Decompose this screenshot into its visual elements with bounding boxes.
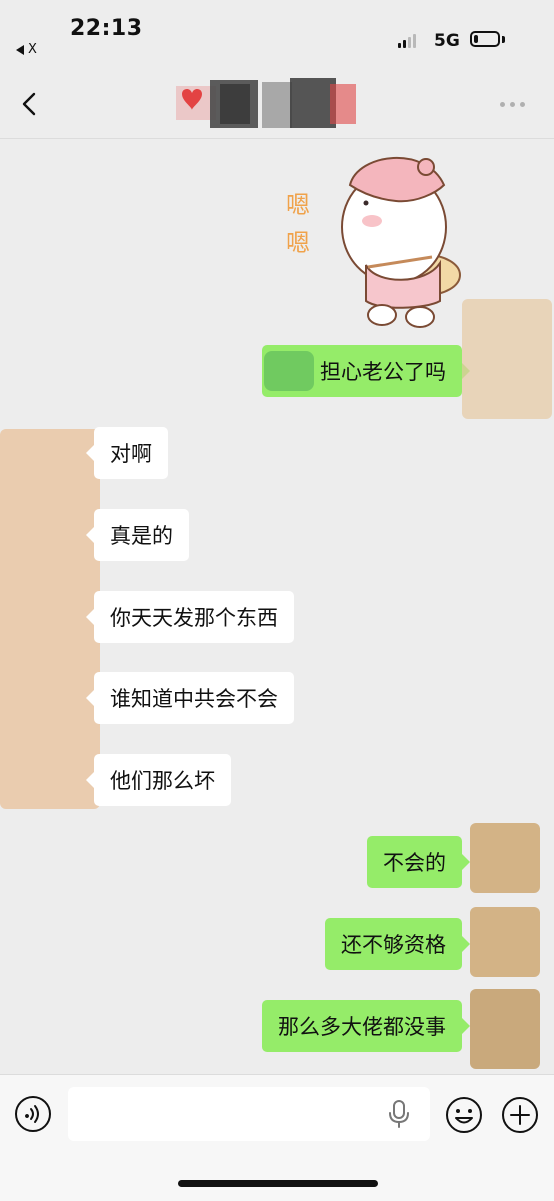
outgoing-message-bubble[interactable]: 担心老公了吗 bbox=[262, 345, 470, 397]
outgoing-message-bubble[interactable]: 那么多大佬都没事 bbox=[262, 1000, 470, 1052]
message-text: 不会的 bbox=[383, 851, 446, 875]
status-bar: X 22:13 5G bbox=[0, 0, 554, 66]
message-text: 还不够资格 bbox=[341, 933, 446, 957]
incoming-message-bubble[interactable]: 真是的 bbox=[86, 509, 189, 561]
incoming-message-bubble[interactable]: 他们那么坏 bbox=[86, 754, 231, 806]
avatar-redacted bbox=[0, 429, 100, 809]
network-type: 5G bbox=[434, 31, 460, 51]
message-list[interactable]: 嗯 嗯 担心老公了吗 对啊 真是的 你天天发那个东西 谁知道中共会不会 他们那么… bbox=[0, 139, 554, 1074]
back-to-app-link[interactable]: X bbox=[16, 42, 37, 57]
message-text: 谁知道中共会不会 bbox=[110, 687, 278, 711]
signal-strength-icon bbox=[398, 34, 416, 48]
message-text: 你天天发那个东西 bbox=[110, 606, 278, 630]
chevron-left-icon[interactable] bbox=[18, 92, 42, 116]
ellipsis-icon[interactable] bbox=[500, 102, 525, 107]
contact-name-redacted bbox=[176, 78, 356, 128]
sticker-caption-char-2: 嗯 bbox=[286, 229, 310, 257]
back-arrow-icon bbox=[16, 44, 24, 55]
home-indicator[interactable] bbox=[178, 1180, 378, 1187]
message-text: 担心老公了吗 bbox=[320, 360, 446, 384]
avatar-redacted bbox=[462, 299, 552, 419]
message-row: 对啊 bbox=[86, 427, 168, 479]
microphone-icon[interactable] bbox=[386, 1099, 412, 1129]
battery-tip bbox=[502, 36, 505, 43]
voice-mode-icon[interactable] bbox=[14, 1095, 52, 1133]
message-input[interactable] bbox=[68, 1087, 430, 1141]
message-row: 还不够资格 bbox=[325, 918, 470, 970]
sticker-caption-char-1: 嗯 bbox=[286, 191, 310, 219]
back-app-label: X bbox=[28, 42, 37, 57]
message-row: 你天天发那个东西 bbox=[86, 591, 294, 643]
message-row: 真是的 bbox=[86, 509, 189, 561]
sticker-message[interactable]: 嗯 嗯 bbox=[276, 145, 476, 333]
message-row: 担心老公了吗 bbox=[262, 345, 470, 397]
battery-icon bbox=[470, 31, 500, 47]
smiley-icon[interactable] bbox=[444, 1095, 484, 1135]
incoming-message-bubble[interactable]: 对啊 bbox=[86, 427, 168, 479]
message-row: 他们那么坏 bbox=[86, 754, 231, 806]
avatar-redacted bbox=[470, 907, 540, 977]
plus-icon[interactable] bbox=[500, 1095, 540, 1135]
outgoing-message-bubble[interactable]: 不会的 bbox=[367, 836, 470, 888]
avatar-redacted bbox=[470, 989, 540, 1069]
message-text: 那么多大佬都没事 bbox=[278, 1015, 446, 1039]
message-text: 真是的 bbox=[110, 524, 173, 548]
redacted-scribble bbox=[264, 351, 314, 391]
message-row: 那么多大佬都没事 bbox=[262, 1000, 470, 1052]
clock: 22:13 bbox=[70, 16, 143, 41]
avatar-redacted bbox=[470, 823, 540, 893]
message-row: 不会的 bbox=[367, 836, 470, 888]
message-row: 谁知道中共会不会 bbox=[86, 672, 294, 724]
incoming-message-bubble[interactable]: 你天天发那个东西 bbox=[86, 591, 294, 643]
message-text: 对啊 bbox=[110, 442, 152, 466]
outgoing-message-bubble[interactable]: 还不够资格 bbox=[325, 918, 470, 970]
incoming-message-bubble[interactable]: 谁知道中共会不会 bbox=[86, 672, 294, 724]
chat-header bbox=[0, 66, 554, 139]
message-text: 他们那么坏 bbox=[110, 769, 215, 793]
